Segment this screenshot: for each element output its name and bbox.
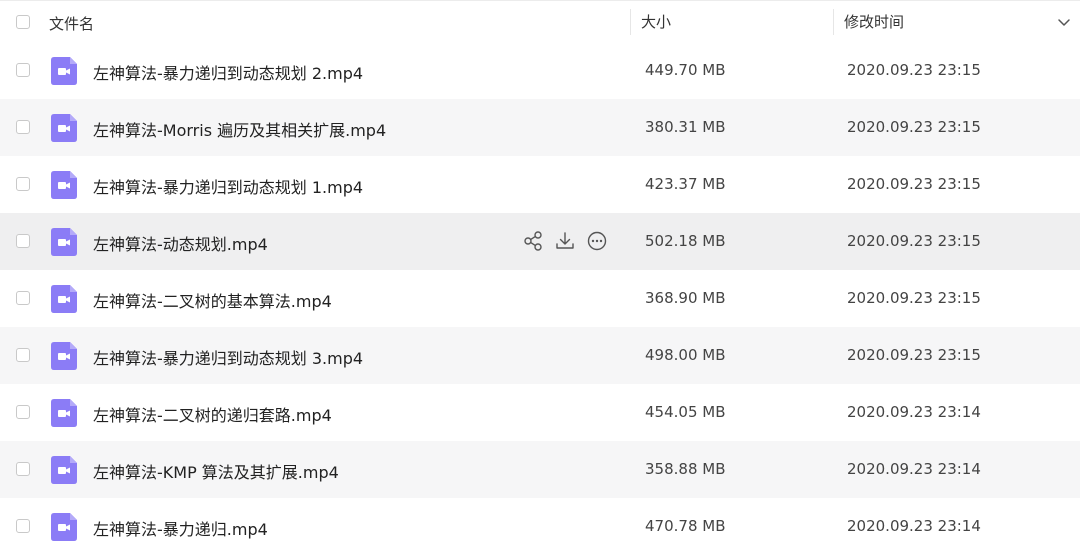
file-modified-time: 2020.09.23 23:15 <box>847 232 981 250</box>
file-size: 380.31 MB <box>645 118 726 136</box>
file-size: 502.18 MB <box>645 232 726 250</box>
file-name[interactable]: 左神算法-暴力递归到动态规划 2.mp4 <box>93 60 363 84</box>
column-header-name[interactable]: 文件名 <box>49 13 94 34</box>
video-file-icon <box>51 285 77 313</box>
file-size: 498.00 MB <box>645 346 726 364</box>
file-row[interactable]: 左神算法-KMP 算法及其扩展.mp4 358.88 MB 2020.09.23… <box>0 441 1080 498</box>
file-list-header: 文件名 大小 修改时间 <box>0 0 1080 42</box>
file-modified-time: 2020.09.23 23:14 <box>847 517 981 535</box>
video-file-icon <box>51 513 77 541</box>
file-size: 423.37 MB <box>645 175 726 193</box>
row-checkbox[interactable] <box>16 291 30 305</box>
video-file-icon <box>51 57 77 85</box>
file-modified-time: 2020.09.23 23:15 <box>847 175 981 193</box>
file-name[interactable]: 左神算法-暴力递归到动态规划 3.mp4 <box>93 345 363 369</box>
row-checkbox[interactable] <box>16 462 30 476</box>
row-checkbox[interactable] <box>16 348 30 362</box>
file-row[interactable]: 左神算法-暴力递归到动态规划 1.mp4 423.37 MB 2020.09.2… <box>0 156 1080 213</box>
row-checkbox[interactable] <box>16 63 30 77</box>
select-all-checkbox[interactable] <box>16 15 30 29</box>
file-list: 文件名 大小 修改时间 左神算法-暴力递归到动态规划 2.mp4 449.70 … <box>0 0 1080 549</box>
video-file-icon <box>51 342 77 370</box>
row-actions <box>522 230 608 252</box>
file-name[interactable]: 左神算法-Morris 遍历及其相关扩展.mp4 <box>93 117 386 141</box>
file-size: 454.05 MB <box>645 403 726 421</box>
row-checkbox[interactable] <box>16 120 30 134</box>
file-size: 470.78 MB <box>645 517 726 535</box>
file-size: 368.90 MB <box>645 289 726 307</box>
file-row[interactable]: 左神算法-二叉树的递归套路.mp4 454.05 MB 2020.09.23 2… <box>0 384 1080 441</box>
file-name[interactable]: 左神算法-动态规划.mp4 <box>93 231 268 255</box>
file-modified-time: 2020.09.23 23:14 <box>847 403 981 421</box>
file-row[interactable]: 左神算法-暴力递归.mp4 470.78 MB 2020.09.23 23:14 <box>0 498 1080 549</box>
column-header-size[interactable]: 大小 <box>630 9 671 35</box>
video-file-icon <box>51 456 77 484</box>
file-modified-time: 2020.09.23 23:15 <box>847 289 981 307</box>
file-name[interactable]: 左神算法-KMP 算法及其扩展.mp4 <box>93 459 339 483</box>
video-file-icon <box>51 399 77 427</box>
file-row[interactable]: 左神算法-暴力递归到动态规划 3.mp4 498.00 MB 2020.09.2… <box>0 327 1080 384</box>
row-checkbox[interactable] <box>16 519 30 533</box>
row-checkbox[interactable] <box>16 405 30 419</box>
video-file-icon <box>51 171 77 199</box>
file-modified-time: 2020.09.23 23:15 <box>847 61 981 79</box>
file-name[interactable]: 左神算法-暴力递归到动态规划 1.mp4 <box>93 174 363 198</box>
file-name[interactable]: 左神算法-暴力递归.mp4 <box>93 516 268 540</box>
file-name[interactable]: 左神算法-二叉树的基本算法.mp4 <box>93 288 332 312</box>
file-row[interactable]: 左神算法-动态规划.mp4 502.18 MB 2020.09.23 23:15 <box>0 213 1080 270</box>
file-modified-time: 2020.09.23 23:15 <box>847 346 981 364</box>
file-row[interactable]: 左神算法-Morris 遍历及其相关扩展.mp4 380.31 MB 2020.… <box>0 99 1080 156</box>
file-row[interactable]: 左神算法-二叉树的基本算法.mp4 368.90 MB 2020.09.23 2… <box>0 270 1080 327</box>
share-icon[interactable] <box>522 230 544 252</box>
file-size: 358.88 MB <box>645 460 726 478</box>
download-icon[interactable] <box>554 230 576 252</box>
file-row[interactable]: 左神算法-暴力递归到动态规划 2.mp4 449.70 MB 2020.09.2… <box>0 42 1080 99</box>
chevron-down-icon[interactable] <box>1056 14 1072 30</box>
video-file-icon <box>51 114 77 142</box>
file-size: 449.70 MB <box>645 61 726 79</box>
row-checkbox[interactable] <box>16 177 30 191</box>
file-name[interactable]: 左神算法-二叉树的递归套路.mp4 <box>93 402 332 426</box>
row-checkbox[interactable] <box>16 234 30 248</box>
file-modified-time: 2020.09.23 23:14 <box>847 460 981 478</box>
video-file-icon <box>51 228 77 256</box>
more-icon[interactable] <box>586 230 608 252</box>
column-header-time[interactable]: 修改时间 <box>833 9 904 35</box>
file-modified-time: 2020.09.23 23:15 <box>847 118 981 136</box>
